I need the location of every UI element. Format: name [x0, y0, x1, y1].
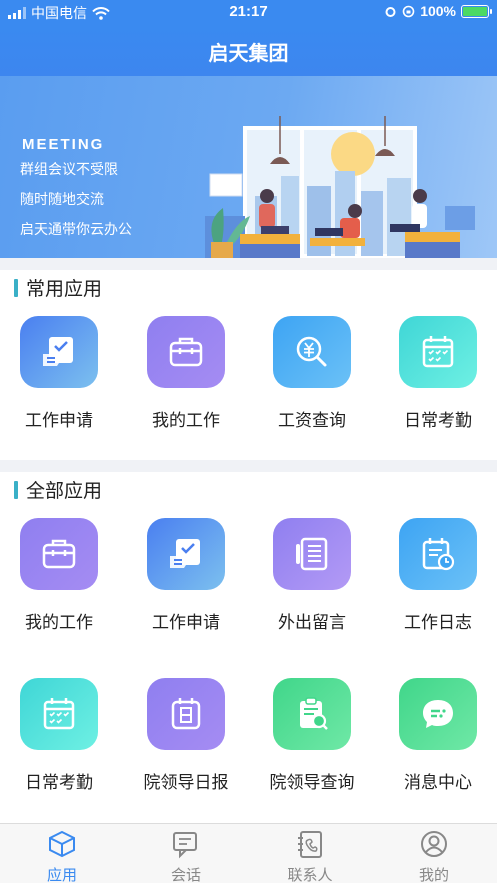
app-my-work[interactable]: 我的工作: [124, 316, 248, 431]
contacts-icon: [298, 831, 322, 858]
cube-icon: [49, 830, 75, 858]
banner-line-3: 启天通带你云办公: [20, 221, 132, 237]
app-out-message[interactable]: 外出留言: [250, 518, 374, 633]
app-salary-query[interactable]: 工资查询: [250, 316, 374, 431]
salary-search-icon: [273, 316, 351, 388]
tab-chat[interactable]: 会话: [124, 824, 248, 883]
app-label: 消息中心: [404, 773, 472, 792]
app-daily-attendance[interactable]: 日常考勤: [376, 316, 497, 431]
app-label: 工作日志: [404, 613, 472, 632]
app-work-log[interactable]: 工作日志: [376, 518, 497, 633]
tab-contacts[interactable]: 联系人: [248, 824, 372, 883]
app-my-work[interactable]: 我的工作: [0, 518, 121, 633]
section-divider: [0, 258, 497, 270]
banner-line-2: 随时随地交流: [20, 191, 104, 207]
form-check-icon: [20, 316, 98, 388]
nav-bar: 启天集团: [0, 24, 497, 76]
chat-icon: [173, 832, 197, 859]
tab-label: 会话: [170, 867, 201, 883]
app-daily-attendance[interactable]: 日常考勤: [0, 678, 121, 793]
banner-illustration: [205, 116, 475, 258]
app-label: 院领导查询: [269, 773, 355, 792]
battery-percent: 100%: [420, 3, 456, 19]
briefcase-icon: [147, 316, 225, 388]
app-leader-daily-report[interactable]: 院领导日报: [124, 678, 248, 793]
section-title-marker: [14, 480, 18, 499]
app-label: 日常考勤: [404, 411, 472, 430]
banner[interactable]: MEETING 群组会议不受限 随时随地交流 启天通带你云办公: [0, 76, 497, 258]
tab-bar: 应用 会话 联系人 我的: [0, 823, 497, 883]
daily-report-icon: [147, 678, 225, 750]
user-icon: [421, 831, 447, 857]
app-leader-query[interactable]: 院领导查询: [250, 678, 374, 793]
app-label: 工作申请: [152, 613, 220, 632]
app-work-application[interactable]: 工作申请: [0, 316, 121, 431]
section-divider: [0, 460, 497, 472]
calendar-icon: [20, 678, 98, 750]
tab-apps[interactable]: 应用: [0, 824, 124, 883]
briefcase-icon: [20, 518, 98, 590]
battery-icon: [461, 4, 492, 18]
tab-label: 应用: [46, 867, 77, 883]
rotation-lock-icon: [402, 5, 415, 17]
app-label: 工资查询: [278, 411, 346, 430]
notebook-icon: [273, 518, 351, 590]
app-message-center[interactable]: 消息中心: [376, 678, 497, 793]
common-apps-title: 常用应用: [26, 279, 103, 300]
app-label: 院领导日报: [143, 773, 229, 792]
tab-label: 我的: [418, 867, 449, 883]
section-title: 常用应用: [14, 274, 102, 301]
alarm-icon: [385, 6, 396, 17]
app-work-application[interactable]: 工作申请: [124, 518, 248, 633]
banner-text: MEETING 群组会议不受限 随时随地交流 启天通带你云办公: [20, 136, 132, 249]
tab-me[interactable]: 我的: [372, 824, 496, 883]
all-apps-section: 全部应用 我的工作 工作申请 外出留言 工作日志 日常考勤 院领导日报 院领导查…: [0, 472, 497, 822]
common-apps-section: 常用应用 工作申请 我的工作 工资查询 日常考勤: [0, 270, 497, 460]
clipboard-search-icon: [273, 678, 351, 750]
banner-line-1: 群组会议不受限: [20, 161, 118, 177]
app-label: 工作申请: [25, 411, 93, 430]
app-label: 我的工作: [25, 613, 93, 632]
app-label: 外出留言: [278, 613, 346, 632]
calendar-icon: [399, 316, 477, 388]
section-title-marker: [14, 278, 18, 297]
section-title: 全部应用: [14, 476, 102, 503]
all-apps-title: 全部应用: [26, 481, 103, 502]
page-title: 启天集团: [208, 43, 289, 65]
calendar-clock-icon: [399, 518, 477, 590]
app-label: 日常考勤: [25, 773, 93, 792]
form-check-icon: [147, 518, 225, 590]
chat-bubble-icon: [399, 678, 477, 750]
banner-heading: MEETING: [22, 136, 105, 153]
status-bar: 中国电信 21:17 100%: [0, 0, 497, 24]
tab-label: 联系人: [287, 867, 333, 883]
app-label: 我的工作: [152, 411, 220, 430]
